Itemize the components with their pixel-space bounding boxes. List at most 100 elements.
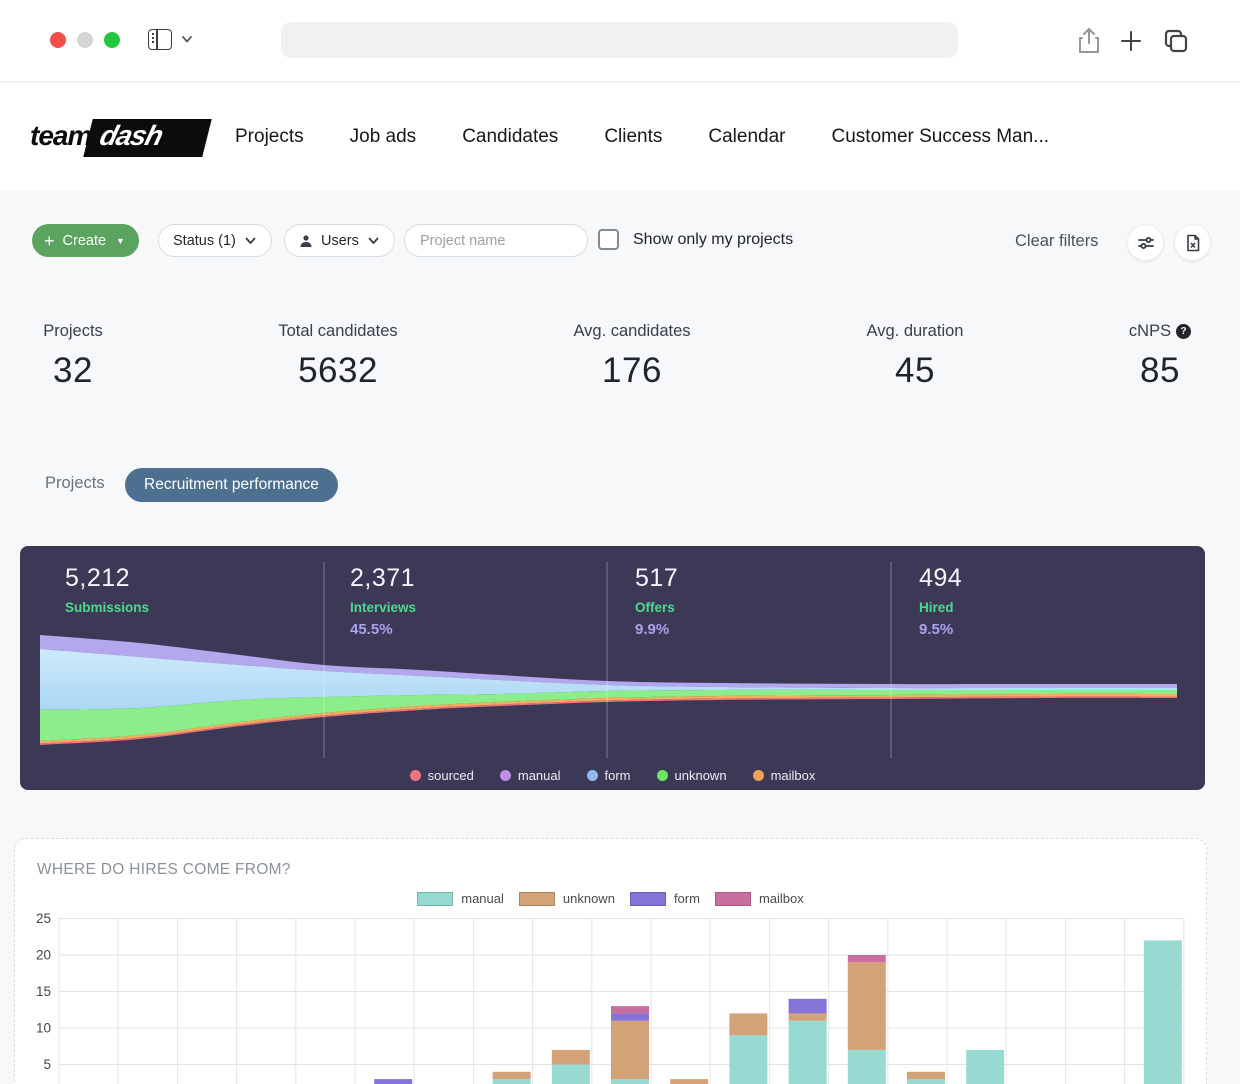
bar-segment-mailbox[interactable] [848,955,886,962]
nav-item-calendar[interactable]: Calendar [708,126,785,148]
bar-segment-unknown[interactable] [611,1021,649,1079]
tab-projects[interactable]: Projects [45,474,105,493]
bar-segment-manual[interactable] [552,1065,590,1084]
bar-segment-manual[interactable] [1144,940,1182,1084]
address-bar[interactable] [281,22,958,58]
tab-recruitment-performance[interactable]: Recruitment performance [125,468,338,502]
bar-segment-unknown[interactable] [789,1013,827,1020]
tab-overview-icon[interactable] [1162,26,1190,59]
hires-source-card: WHERE DO HIRES COME FROM? manualunknownf… [14,838,1207,1084]
funnel-stage-label: Interviews [350,600,416,615]
y-tick-label: 10 [36,1021,51,1036]
nav-item-candidates[interactable]: Candidates [462,126,558,148]
funnel-stage-offers: 517 Offers 9.9% [635,564,678,638]
bar-segment-form[interactable] [374,1079,412,1084]
bar-segment-unknown[interactable] [729,1013,767,1035]
stat-value: 85 [1010,351,1240,391]
stat-total-candidates: Total candidates 5632 [188,322,488,391]
funnel-legend-item-unknown[interactable]: unknown [657,768,727,783]
legend-label: form [605,768,631,783]
chevron-down-icon [367,234,380,247]
bar-segment-unknown[interactable] [552,1050,590,1065]
bar-segment-manual[interactable] [966,1050,1004,1084]
legend-dot-icon [753,770,764,781]
bar-segment-unknown[interactable] [670,1079,708,1084]
bar-segment-manual[interactable] [493,1079,531,1084]
minimize-window-button[interactable] [77,32,93,48]
create-button[interactable]: + Create ▼ [32,224,139,257]
chevron-down-icon [244,234,257,247]
legend-dot-icon [657,770,668,781]
legend-dot-icon [410,770,421,781]
funnel-stage-value: 517 [635,564,678,593]
funnel-legend-item-sourced[interactable]: sourced [410,768,474,783]
plus-icon: + [44,232,55,250]
stat-label: Avg. candidates [573,322,690,341]
bar-segment-manual[interactable] [907,1079,945,1084]
nav-item-job-ads[interactable]: Job ads [350,126,417,148]
funnel-legend: sourced manual form unknown mailbox [20,768,1205,783]
bar-segment-manual[interactable] [789,1021,827,1084]
legend-label: unknown [675,768,727,783]
y-tick-label: 5 [43,1057,51,1072]
hires-bar-chart: 252015105 [15,839,1205,1084]
bar-segment-form[interactable] [789,999,827,1014]
users-filter-dropdown[interactable]: Users [284,224,395,257]
y-tick-label: 25 [36,911,51,926]
clear-filters-button[interactable]: Clear filters [1015,232,1098,251]
funnel-stage-percent: 9.9% [635,621,678,638]
stat-label: Total candidates [278,322,397,341]
funnel-stage-hired: 494 Hired 9.5% [919,564,962,638]
stat-label: cNPS? [1129,322,1191,341]
funnel-legend-item-manual[interactable]: manual [500,768,561,783]
bar-segment-unknown[interactable] [848,962,886,1050]
bar-segment-manual[interactable] [611,1079,649,1084]
stat-value: 176 [482,351,782,391]
bar-segment-mailbox[interactable] [611,1006,649,1013]
logo-block-dash: dash [84,119,213,157]
export-file-button[interactable] [1174,224,1211,261]
funnel-stage-value: 2,371 [350,564,416,593]
status-filter-dropdown[interactable]: Status (1) [158,224,272,257]
filter-settings-button[interactable] [1127,224,1164,261]
show-only-my-projects-checkbox[interactable] [598,229,619,250]
funnel-stage-label: Offers [635,600,678,615]
stat-value: 5632 [188,351,488,391]
new-tab-plus-icon[interactable] [1118,26,1144,59]
browser-chrome [0,0,1240,82]
zoom-window-button[interactable] [104,32,120,48]
funnel-stage-value: 494 [919,564,962,593]
nav-item-clients[interactable]: Clients [604,126,662,148]
funnel-legend-item-form[interactable]: form [587,768,631,783]
funnel-stage-value: 5,212 [65,564,149,593]
y-tick-label: 15 [36,984,51,999]
legend-label: sourced [428,768,474,783]
funnel-stage-percent: 9.5% [919,621,962,638]
share-icon[interactable] [1076,26,1102,59]
bar-segment-form[interactable] [611,1013,649,1020]
funnel-area-chart [20,546,1205,790]
user-icon [299,234,313,248]
stat-avg-candidates: Avg. candidates 176 [482,322,782,391]
funnel-stage-label: Submissions [65,600,149,615]
teamdash-logo[interactable]: teamdash [30,119,208,155]
legend-label: mailbox [771,768,816,783]
legend-dot-icon [500,770,511,781]
stat-cnps: cNPS? 85 [1010,322,1240,391]
sidebar-toggle-icon[interactable] [148,29,172,50]
funnel-legend-item-mailbox[interactable]: mailbox [753,768,816,783]
sliders-icon [1137,234,1155,252]
top-nav: teamdash Projects Job ads Candidates Client… [0,83,1240,190]
bar-segment-unknown[interactable] [907,1072,945,1079]
help-icon[interactable]: ? [1176,324,1191,339]
project-name-input[interactable] [404,224,588,257]
bar-segment-manual[interactable] [848,1050,886,1084]
nav-item-customer-success-man[interactable]: Customer Success Man... [832,126,1050,148]
chevron-down-icon[interactable] [181,33,193,45]
bar-segment-manual[interactable] [729,1035,767,1084]
bar-segment-unknown[interactable] [493,1072,531,1079]
funnel-stage-label: Hired [919,600,962,615]
close-window-button[interactable] [50,32,66,48]
funnel-stage-submissions: 5,212 Submissions [65,564,149,615]
nav-item-projects[interactable]: Projects [235,126,304,148]
